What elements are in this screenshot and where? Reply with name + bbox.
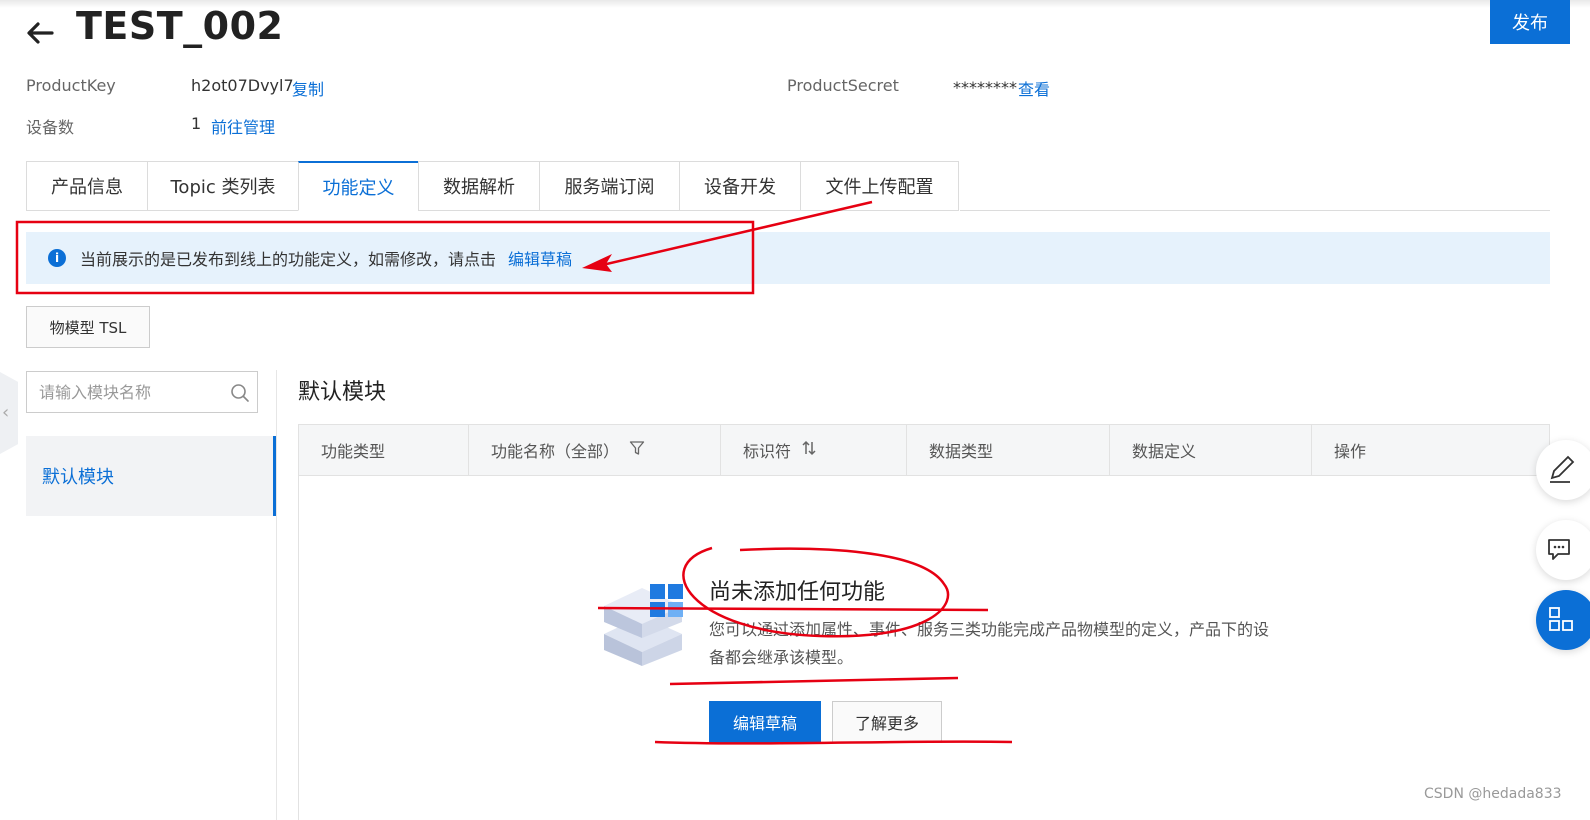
column-label: 数据类型 — [929, 442, 994, 461]
function-table-header: 功能类型 功能名称（全部） 标识符 数据类型 数据定义 操作 — [298, 424, 1550, 476]
manage-devices-link[interactable]: 前往管理 — [211, 114, 275, 138]
copy-link[interactable]: 复制 — [292, 76, 324, 100]
empty-state-title: 尚未添加任何功能 — [709, 580, 886, 605]
back-arrow-icon[interactable] — [24, 14, 58, 48]
edit-icon — [1550, 455, 1575, 483]
apps-icon — [1549, 607, 1573, 631]
column-identifier[interactable]: 标识符 — [721, 425, 907, 475]
column-label: 功能名称（全部） — [491, 442, 620, 461]
search-icon[interactable] — [230, 383, 250, 403]
edit-draft-button[interactable]: 编辑草稿 — [709, 701, 821, 743]
tsl-button[interactable]: 物模型 TSL — [26, 306, 150, 348]
tab-data-parsing[interactable]: 数据解析 — [418, 161, 539, 211]
module-title: 默认模块 — [298, 380, 387, 405]
product-key-label: ProductKey — [26, 76, 116, 95]
column-data-definition: 数据定义 — [1110, 425, 1312, 475]
chat-float-button[interactable] — [1536, 520, 1590, 580]
notice-text: 当前展示的是已发布到线上的功能定义，如需修改，请点击 — [80, 250, 497, 269]
tab-server-subscription[interactable]: 服务端订阅 — [539, 161, 679, 211]
empty-state-illustration — [598, 572, 688, 668]
device-count-label: 设备数 — [26, 118, 75, 137]
sidebar-collapse-handle[interactable]: ‹ — [0, 372, 18, 454]
sidebar-item-default-module[interactable]: 默认模块 — [26, 436, 276, 516]
product-key-value: h2ot07Dvyl7 — [191, 76, 294, 95]
tab-product-info[interactable]: 产品信息 — [26, 161, 147, 211]
table-left-border — [298, 476, 299, 820]
product-secret-value: ******** — [953, 78, 1017, 97]
column-function-name[interactable]: 功能名称（全部） — [469, 425, 721, 475]
column-label: 操作 — [1334, 442, 1367, 461]
page-title: TEST_002 — [76, 4, 284, 48]
learn-more-button[interactable]: 了解更多 — [832, 701, 942, 743]
watermark: CSDN @hedada833 — [1424, 786, 1562, 802]
column-function-type: 功能类型 — [299, 425, 469, 475]
tab-function-definition[interactable]: 功能定义 — [298, 161, 418, 211]
tab-file-upload-config[interactable]: 文件上传配置 — [800, 161, 959, 211]
column-label: 数据定义 — [1132, 442, 1197, 461]
tab-bar: 产品信息 Topic 类列表 功能定义 数据解析 服务端订阅 设备开发 文件上传… — [26, 161, 959, 211]
notice-edit-draft-link[interactable]: 编辑草稿 — [508, 246, 572, 270]
empty-state-description: 您可以通过添加属性、事件、服务三类功能完成产品物模型的定义，产品下的设备都会继承… — [709, 620, 1270, 667]
chevron-left-icon: ‹ — [2, 402, 10, 423]
sidebar-divider — [276, 370, 277, 820]
tab-device-development[interactable]: 设备开发 — [679, 161, 800, 211]
apps-float-button[interactable] — [1536, 590, 1590, 650]
product-secret-label: ProductSecret — [787, 76, 899, 95]
view-secret-link[interactable]: 查看 — [1018, 76, 1050, 100]
publish-button[interactable]: 发布 — [1490, 0, 1570, 44]
module-search-input[interactable] — [39, 380, 209, 404]
annotation-underline-2 — [669, 676, 959, 686]
module-search-box — [26, 371, 258, 413]
sort-icon[interactable] — [801, 440, 817, 460]
tab-divider — [960, 210, 1550, 211]
edit-float-button[interactable] — [1536, 440, 1590, 500]
column-label: 功能类型 — [321, 442, 386, 461]
filter-icon[interactable] — [629, 440, 645, 460]
column-actions: 操作 — [1312, 425, 1549, 475]
column-label: 标识符 — [743, 442, 792, 461]
device-count-value: 1 — [191, 114, 202, 133]
info-circle-icon: i — [48, 249, 66, 267]
column-data-type: 数据类型 — [907, 425, 1110, 475]
tab-topic-list[interactable]: Topic 类列表 — [147, 161, 298, 211]
chat-icon — [1548, 539, 1570, 560]
